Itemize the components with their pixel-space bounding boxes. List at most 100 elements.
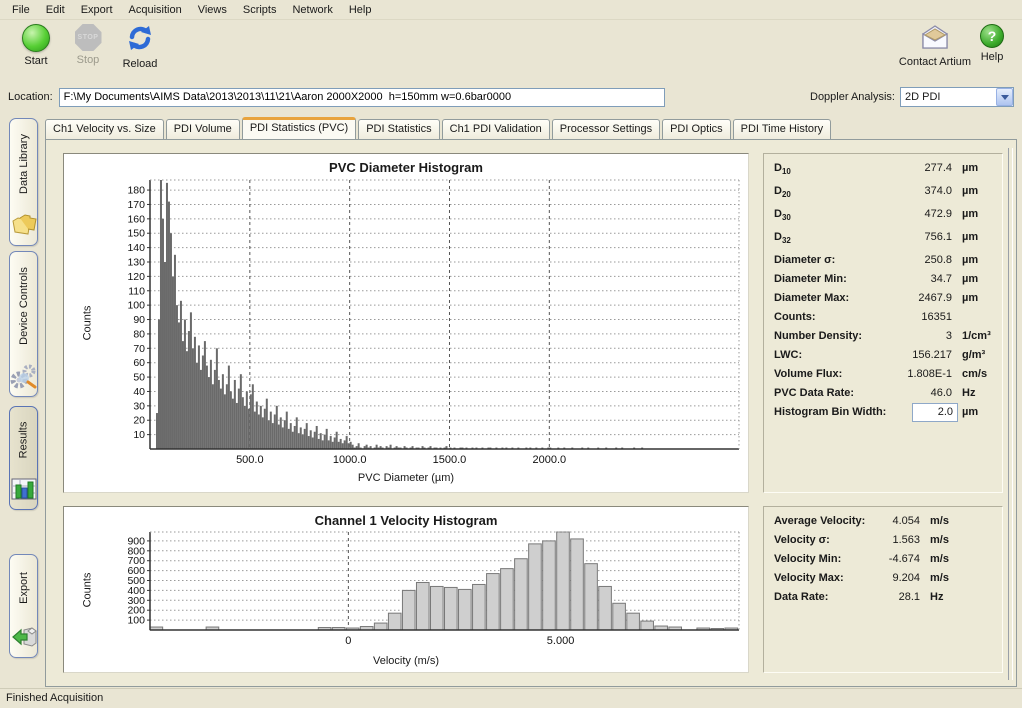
envelope-icon	[919, 24, 951, 53]
menu-views[interactable]: Views	[190, 2, 235, 18]
svg-text:80: 80	[133, 328, 145, 340]
histogram-bin-width-input[interactable]: 2.0	[912, 403, 958, 422]
reload-button[interactable]: Reload	[114, 24, 166, 70]
stat-unit: g/m³	[962, 349, 985, 361]
tab-pdi-time-history[interactable]: PDI Time History	[733, 119, 832, 139]
velocity-chart-title: Channel 1 Velocity Histogram	[64, 513, 748, 528]
doppler-analysis-select[interactable]: 2D PDI	[900, 87, 1014, 107]
tab-pdi-statistics[interactable]: PDI Statistics	[358, 119, 439, 139]
svg-text:110: 110	[128, 285, 145, 297]
tab-pdi-optics[interactable]: PDI Optics	[662, 119, 731, 139]
menu-help[interactable]: Help	[341, 2, 380, 18]
sidebar-item-export[interactable]: Export	[9, 554, 38, 658]
stat-value: 46.0	[931, 387, 952, 399]
stat-unit: µm	[962, 162, 978, 174]
svg-text:500.0: 500.0	[236, 454, 264, 466]
stat-unit: 1/cm³	[962, 330, 991, 342]
status-bar: Finished Acquisition	[0, 688, 1022, 708]
stat-label: Diameter Min:	[774, 273, 847, 285]
stop-button[interactable]: STOP Stop	[62, 24, 114, 66]
menu-file[interactable]: File	[4, 2, 38, 18]
status-text: Finished Acquisition	[6, 692, 103, 704]
sidebar-item-data-library[interactable]: Data Library	[9, 118, 38, 246]
menu-export[interactable]: Export	[73, 2, 121, 18]
stat-value: 34.7	[931, 273, 952, 285]
doppler-analysis-value: 2D PDI	[901, 91, 996, 103]
stat-value: 3	[946, 330, 952, 342]
contact-artium-button[interactable]: Contact Artium	[898, 24, 972, 68]
svg-text:5.000: 5.000	[547, 635, 575, 647]
menu-scripts[interactable]: Scripts	[235, 2, 285, 18]
sidebar-item-label: Data Library	[18, 134, 30, 194]
stat-value: 28.1	[899, 591, 920, 603]
help-label: Help	[981, 51, 1004, 63]
reload-icon	[126, 24, 154, 55]
help-icon: ?	[980, 24, 1004, 48]
doppler-analysis-label: Doppler Analysis:	[810, 91, 895, 103]
stat-unit: m/s	[930, 553, 949, 565]
svg-text:120: 120	[127, 271, 145, 283]
gears-icon	[9, 360, 39, 392]
stat-row-data-rate: Data Rate:28.1Hz	[774, 591, 992, 610]
sidebar-item-device-controls[interactable]: Device Controls	[9, 251, 38, 397]
start-label: Start	[24, 55, 47, 67]
stat-unit: m/s	[930, 534, 949, 546]
stat-label: PVC Data Rate:	[774, 387, 854, 399]
menu-bar: FileEditExportAcquisitionViewsScriptsNet…	[0, 0, 1022, 20]
stat-label: Counts:	[774, 311, 816, 323]
stat-value: 2467.9	[918, 292, 952, 304]
tab-processor-settings[interactable]: Processor Settings	[552, 119, 660, 139]
stat-label: D10	[774, 162, 791, 174]
tab-pdi-volume[interactable]: PDI Volume	[166, 119, 240, 139]
svg-text:0: 0	[345, 635, 351, 647]
stat-row-velocity-min: Velocity Min:-4.674m/s	[774, 553, 992, 572]
stat-row-average-velocity: Average Velocity:4.054m/s	[774, 515, 992, 534]
contact-artium-label: Contact Artium	[899, 56, 971, 68]
svg-text:900: 900	[127, 535, 145, 547]
help-button[interactable]: ? Help	[972, 24, 1012, 63]
stat-row-volume-flux: Volume Flux:1.808E-1cm/s	[774, 368, 992, 387]
velocity-x-axis-label: Velocity (m/s)	[64, 655, 748, 667]
svg-text:2000.0: 2000.0	[532, 454, 566, 466]
stat-label: Average Velocity:	[774, 515, 865, 527]
start-icon	[22, 24, 50, 52]
chart-icon	[9, 473, 39, 505]
stat-unit: Hz	[962, 387, 975, 399]
stat-row-velocity-max: Velocity Max:9.204m/s	[774, 572, 992, 591]
tab-pdi-statistics-pvc[interactable]: PDI Statistics (PVC)	[242, 117, 356, 139]
svg-text:10: 10	[133, 429, 145, 441]
pvc-x-axis-label: PVC Diameter (µm)	[64, 472, 748, 484]
toolbar: Start STOP Stop Reload Contact Artium ?	[0, 20, 1022, 83]
stat-label: Diameter σ:	[774, 254, 835, 266]
velocity-y-axis-label: Counts	[81, 572, 93, 607]
sidebar-item-label: Device Controls	[18, 267, 30, 345]
menu-edit[interactable]: Edit	[38, 2, 73, 18]
svg-text:130: 130	[127, 256, 145, 268]
stat-unit: Hz	[930, 591, 943, 603]
stat-row-counts: Counts: 16351	[774, 311, 992, 330]
svg-text:70: 70	[133, 343, 145, 355]
stat-row-diameter: Diameter σ:250.8µm	[774, 254, 992, 273]
pvc-chart-title: PVC Diameter Histogram	[64, 160, 748, 175]
tab-ch1-velocity-vs-size[interactable]: Ch1 Velocity vs. Size	[45, 119, 164, 139]
sidebar-item-results[interactable]: Results	[9, 406, 38, 510]
vertical-splitter[interactable]	[1008, 148, 1013, 680]
stat-row-velocity: Velocity σ:1.563m/s	[774, 534, 992, 553]
start-button[interactable]: Start	[10, 24, 62, 67]
stat-value: 16351	[921, 311, 952, 323]
svg-text:170: 170	[127, 199, 145, 211]
stat-value: 374.0	[924, 185, 952, 197]
stat-value: 1.563	[892, 534, 920, 546]
location-input[interactable]	[59, 88, 665, 107]
menu-acquisition[interactable]: Acquisition	[121, 2, 190, 18]
stat-unit: µm	[962, 406, 978, 418]
stat-unit: cm/s	[962, 368, 987, 380]
tab-ch1-pdi-validation[interactable]: Ch1 PDI Validation	[442, 119, 550, 139]
tab-bar: Ch1 Velocity vs. SizePDI VolumePDI Stati…	[45, 117, 1017, 139]
location-label: Location:	[8, 91, 53, 103]
svg-text:40: 40	[133, 386, 145, 398]
stop-icon: STOP	[75, 24, 102, 51]
menu-network[interactable]: Network	[284, 2, 340, 18]
stat-row-d32: D32756.1µm	[774, 231, 992, 254]
svg-text:150: 150	[127, 228, 145, 240]
